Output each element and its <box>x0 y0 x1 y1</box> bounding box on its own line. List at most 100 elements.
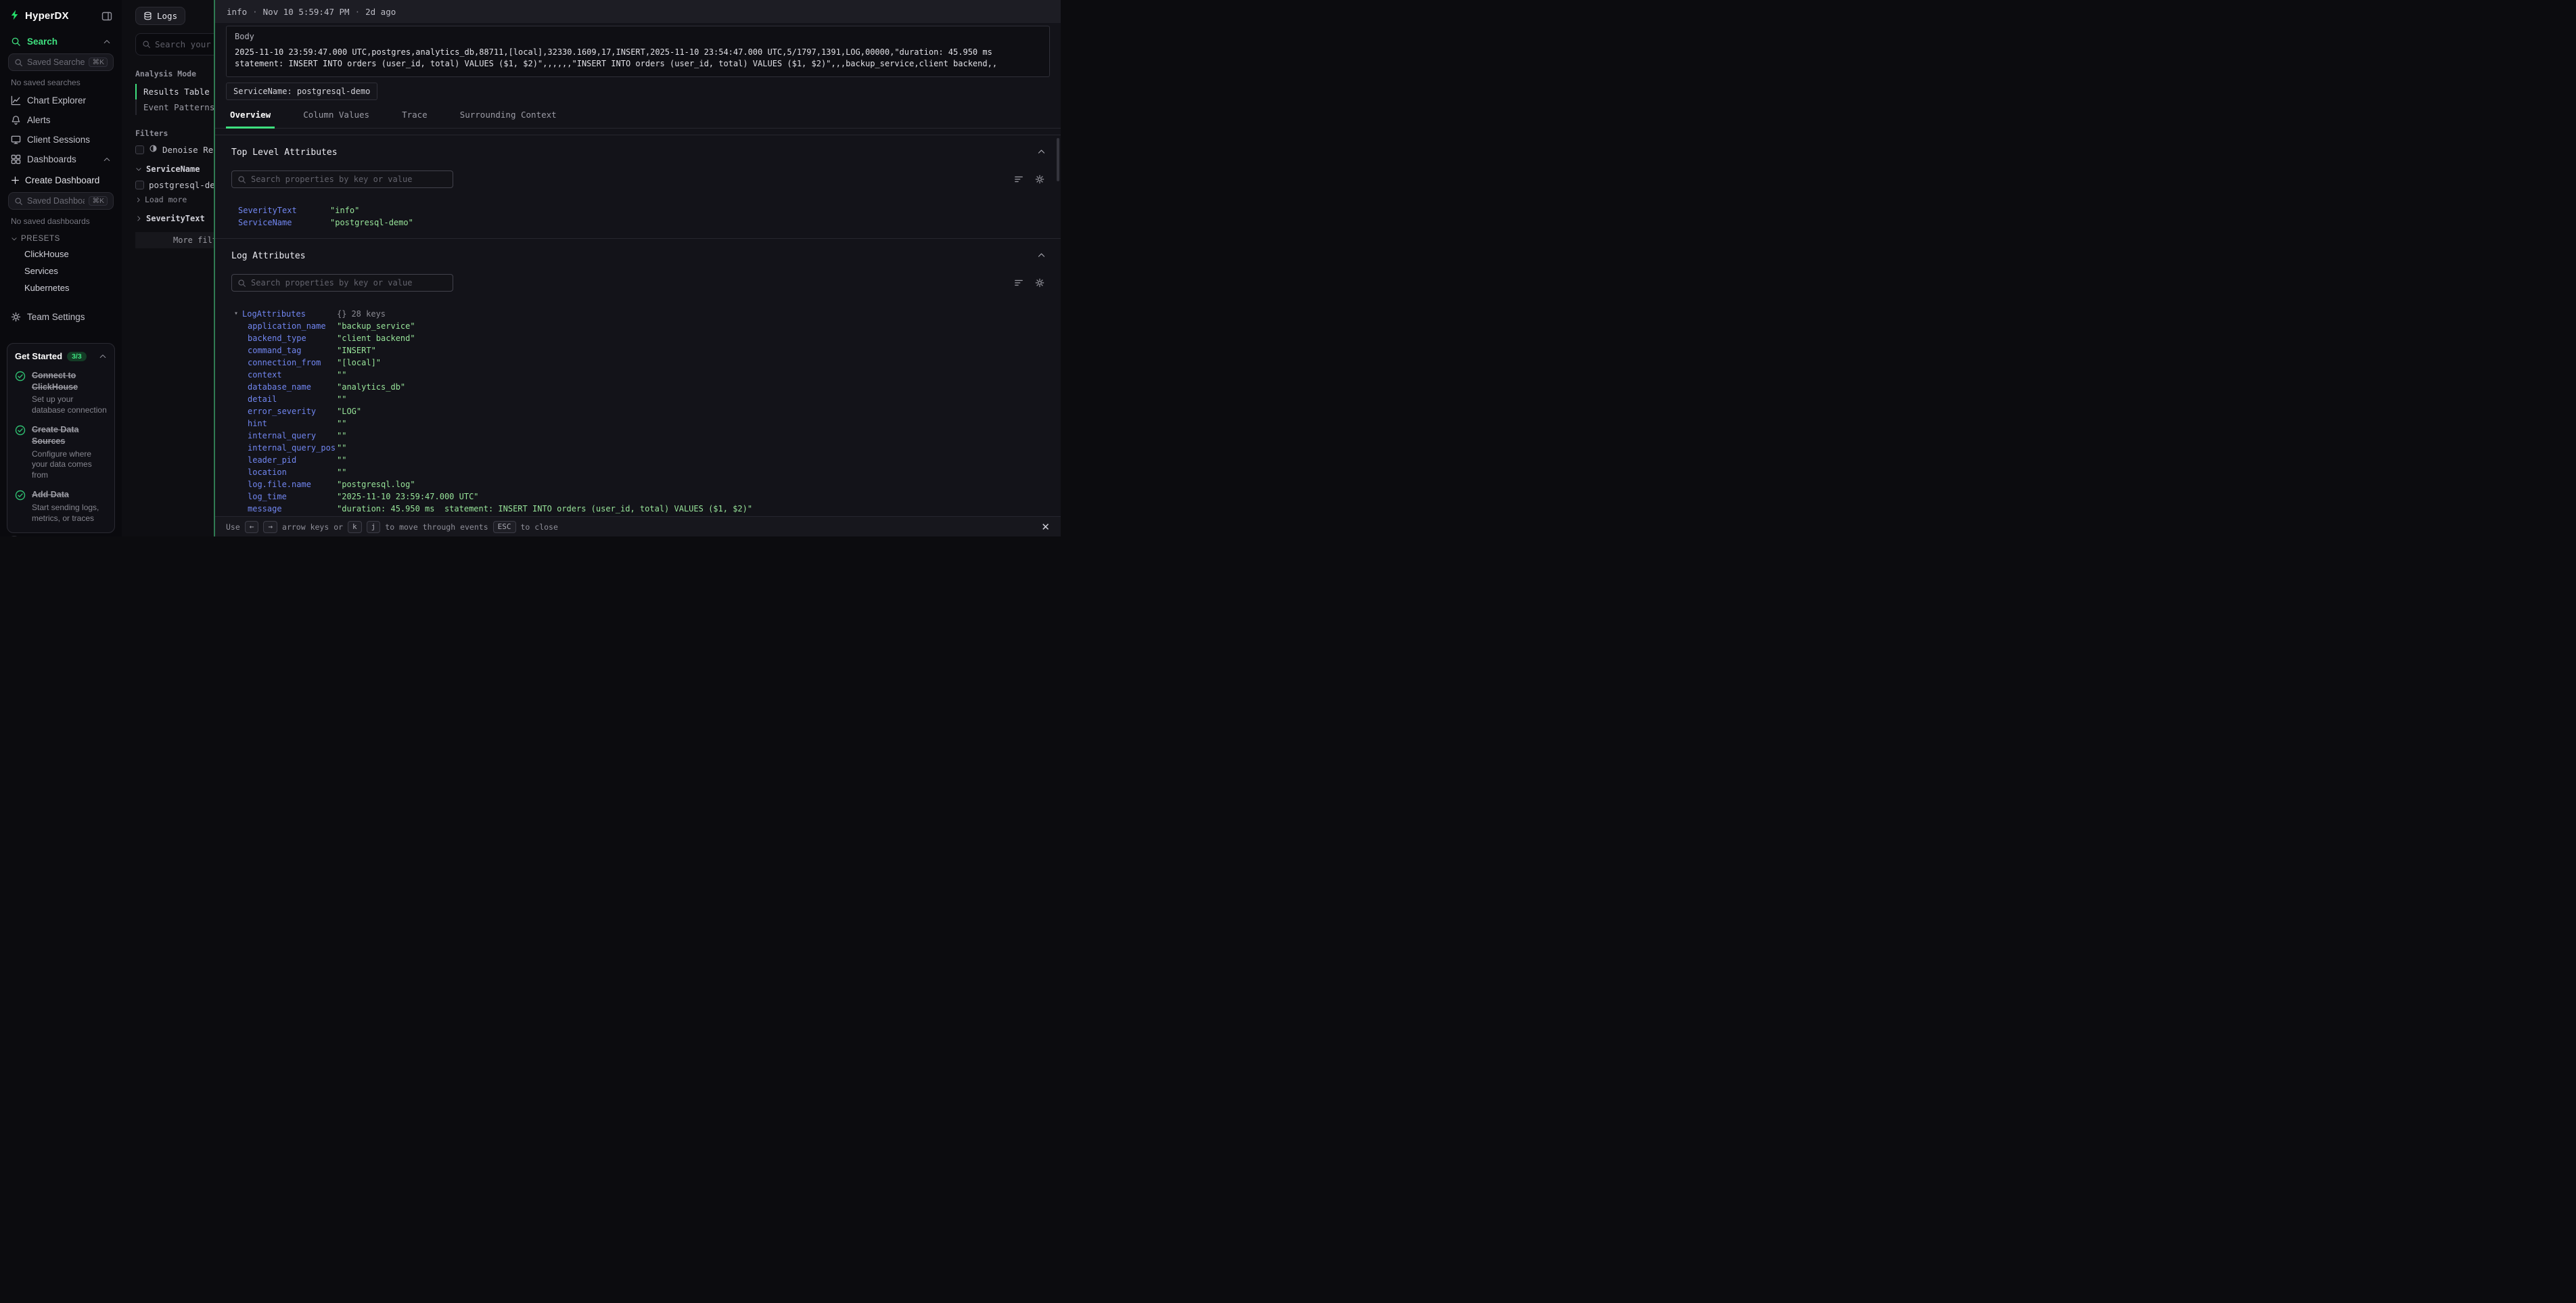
attr-value[interactable]: "LOG" <box>337 407 1047 416</box>
attr-key[interactable]: log.file.name <box>248 480 337 489</box>
attr-key[interactable]: hint <box>248 419 337 428</box>
event-search-box[interactable] <box>135 33 214 55</box>
line-wrap-icon[interactable] <box>1014 278 1024 288</box>
sidebar-item-dashboards[interactable]: Dashboards <box>7 150 115 169</box>
close-icon[interactable]: ✕ <box>1041 521 1050 533</box>
attr-value[interactable]: "2025-11-10 23:59:47.000 UTC" <box>337 492 1047 501</box>
attr-key[interactable]: message <box>248 504 337 513</box>
service-name-chip[interactable]: ServiceName: postgresql-demo <box>226 83 377 100</box>
attr-value[interactable]: "analytics_db" <box>337 382 1047 392</box>
get-started-header[interactable]: Get Started 3/3 <box>15 351 107 361</box>
attr-value[interactable]: "" <box>337 467 1047 477</box>
attr-key[interactable]: command_tag <box>248 346 337 355</box>
attr-value[interactable]: "duration: 45.950 ms statement: INSERT I… <box>337 504 1047 513</box>
tab-trace[interactable]: Trace <box>398 108 432 129</box>
settings-gear-icon[interactable] <box>1035 278 1044 288</box>
attr-key[interactable]: detail <box>248 394 337 404</box>
source-selector-button[interactable]: Logs <box>135 7 185 25</box>
collapse-section-icon[interactable] <box>1037 147 1046 156</box>
get-started-item[interactable]: Connect to ClickHouse Set up your databa… <box>15 370 107 415</box>
line-wrap-icon[interactable] <box>1014 175 1024 184</box>
settings-gear-icon[interactable] <box>1035 175 1044 184</box>
k-key: k <box>348 521 362 533</box>
mode-event-patterns[interactable]: Event Patterns <box>135 99 214 115</box>
saved-searches-input[interactable]: Saved Searches ⌘K <box>8 53 114 71</box>
attr-value[interactable]: "postgresql.log" <box>337 480 1047 489</box>
attr-value[interactable]: "" <box>337 443 1047 453</box>
shortcut-badge: ⌘K <box>89 196 108 206</box>
create-dashboard-button[interactable]: Create Dashboard <box>7 170 115 190</box>
denoise-results-toggle[interactable]: Denoise Resul <box>135 144 214 155</box>
facet-group-servicename[interactable]: ServiceName <box>135 164 214 174</box>
attr-key[interactable]: location <box>248 467 337 477</box>
attr-key[interactable]: internal_query <box>248 431 337 440</box>
property-search-box[interactable] <box>231 274 453 292</box>
tab-overview[interactable]: Overview <box>226 108 275 129</box>
load-more-button[interactable]: Load more <box>135 195 214 204</box>
attr-value[interactable]: "" <box>337 370 1047 380</box>
detail-scroll-area[interactable]: Top Level Attributes <box>215 129 1061 516</box>
brand-row: HyperDX <box>7 7 115 24</box>
saved-dashboards-input[interactable]: Saved Dashboards ⌘K <box>8 192 114 210</box>
denoise-checkbox[interactable] <box>135 145 144 154</box>
attr-key[interactable]: SeverityText <box>238 206 330 215</box>
facet-option-postgresql-demo[interactable]: postgresql-demo <box>135 180 214 190</box>
sidebar-item-label: Alerts <box>27 115 51 125</box>
event-search-input[interactable] <box>155 39 214 49</box>
facet-group-severitytext[interactable]: SeverityText <box>135 214 214 223</box>
check-circle-icon <box>15 490 26 501</box>
preset-clickhouse[interactable]: ClickHouse <box>7 246 115 262</box>
attr-key[interactable]: leader_pid <box>248 455 337 465</box>
attr-value[interactable]: "INSERT" <box>337 346 1047 355</box>
attr-key[interactable]: connection_from <box>248 358 337 367</box>
sidebar-item-team-settings[interactable]: Team Settings <box>7 307 115 327</box>
attr-value[interactable]: "" <box>337 394 1047 404</box>
attr-key[interactable]: error_severity <box>248 407 337 416</box>
attr-key[interactable]: backend_type <box>248 334 337 343</box>
attr-value[interactable]: "" <box>337 431 1047 440</box>
database-icon <box>143 12 152 20</box>
mode-results-table[interactable]: Results Table <box>135 84 214 99</box>
presets-toggle[interactable]: PRESETS <box>7 229 115 246</box>
attr-key[interactable]: ServiceName <box>238 218 330 227</box>
property-search-input[interactable] <box>251 175 447 184</box>
tab-surrounding-context[interactable]: Surrounding Context <box>456 108 561 129</box>
sidebar-item-label: Chart Explorer <box>27 95 86 106</box>
sidebar-item-client-sessions[interactable]: Client Sessions <box>7 130 115 150</box>
sidebar: HyperDX Search Saved Searches ⌘K No save… <box>0 0 122 536</box>
collapse-section-icon[interactable] <box>1037 251 1046 260</box>
facet-option-label: postgresql-demo <box>149 180 214 190</box>
attr-value[interactable]: "backup_service" <box>337 321 1047 331</box>
search-icon <box>11 37 21 47</box>
attr-key[interactable]: log_time <box>248 492 337 501</box>
attr-value[interactable]: "client backend" <box>337 334 1047 343</box>
attr-key[interactable]: internal_query_pos <box>248 443 337 453</box>
attr-key[interactable]: application_name <box>248 321 337 331</box>
sidebar-item-chart-explorer[interactable]: Chart Explorer <box>7 91 115 110</box>
attr-value[interactable]: "postgresql-demo" <box>330 218 1047 227</box>
tab-column-values[interactable]: Column Values <box>299 108 373 129</box>
property-search-box[interactable] <box>231 170 453 188</box>
check-circle-icon <box>15 371 26 382</box>
property-search-input[interactable] <box>251 278 447 288</box>
attr-key[interactable]: database_name <box>248 382 337 392</box>
preset-kubernetes[interactable]: Kubernetes <box>7 279 115 296</box>
attr-value[interactable]: "" <box>337 419 1047 428</box>
tree-root-key[interactable]: LogAttributes <box>242 309 306 319</box>
attr-value[interactable]: "info" <box>330 206 1047 215</box>
get-started-item[interactable]: Add Data Start sending logs, metrics, or… <box>15 489 107 524</box>
sidebar-item-search[interactable]: Search <box>7 32 115 51</box>
body-text: 2025-11-10 23:59:47.000 UTC,postgres,ana… <box>235 47 1041 70</box>
facet-checkbox[interactable] <box>135 181 144 189</box>
more-filters-button[interactable]: More filte <box>135 232 214 248</box>
collapse-sidebar-icon[interactable] <box>101 11 112 22</box>
load-more-label: Load more <box>145 195 187 204</box>
attr-key[interactable]: context <box>248 370 337 380</box>
attr-value[interactable]: "[local]" <box>337 358 1047 367</box>
attr-value[interactable]: "" <box>337 455 1047 465</box>
preset-services[interactable]: Services <box>7 262 115 279</box>
dashboard-grid-icon <box>11 154 21 164</box>
get-started-item[interactable]: Create Data Sources Configure where your… <box>15 424 107 480</box>
sidebar-item-alerts[interactable]: Alerts <box>7 110 115 130</box>
tree-root-row[interactable]: ▾ LogAttributes {} 28 keys <box>231 308 1047 320</box>
